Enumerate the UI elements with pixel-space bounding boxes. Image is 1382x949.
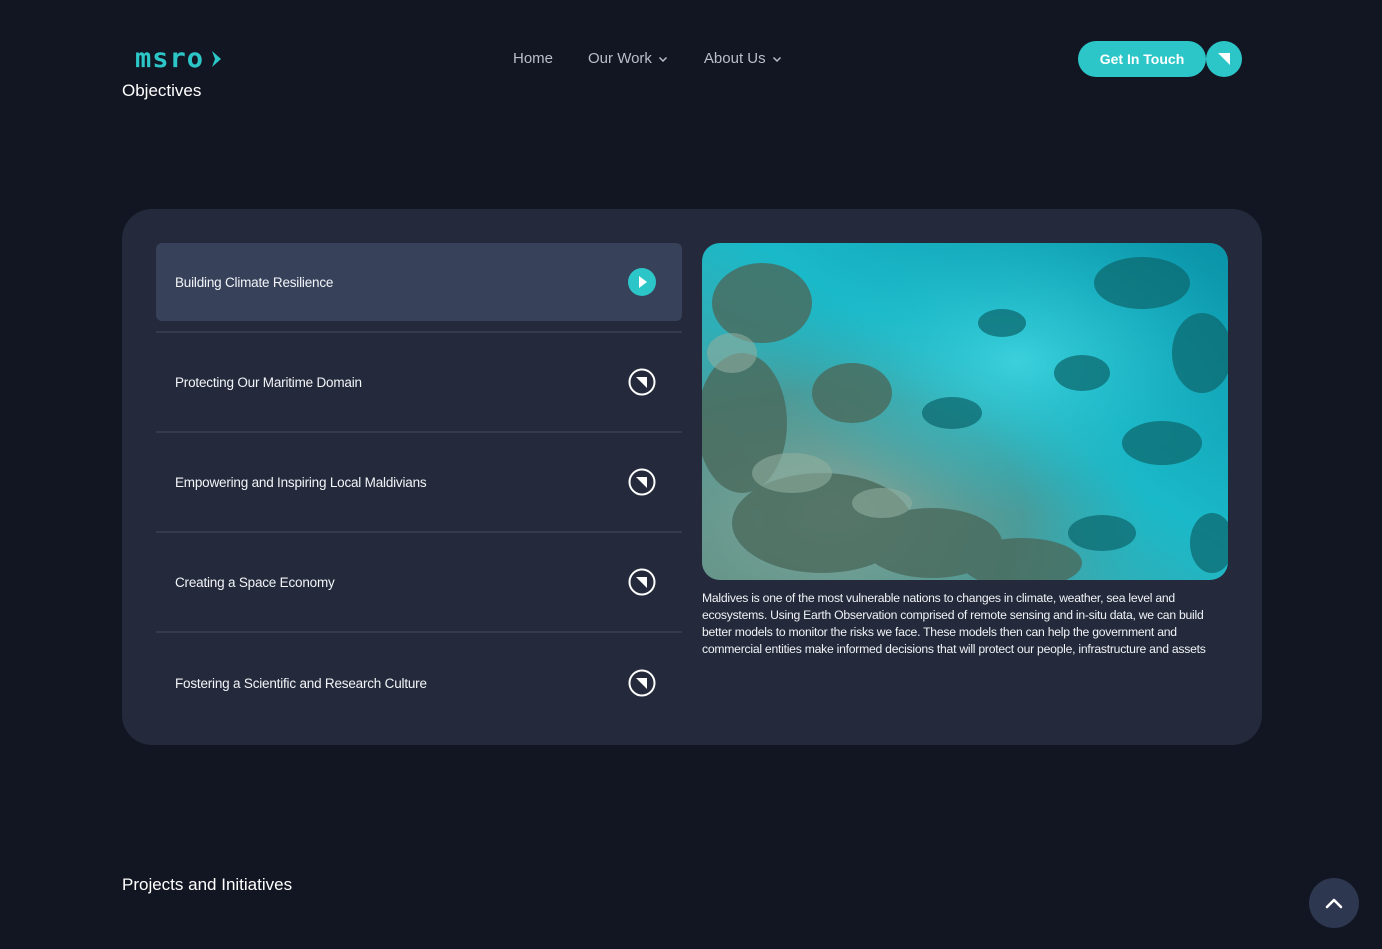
objective-description: Maldives is one of the most vulnerable n… [702,591,1206,656]
arrow-down-right-circle-icon [628,468,656,496]
objective-label: Empowering and Inspiring Local Maldivian… [175,474,427,490]
arrow-down-right-circle-icon [628,568,656,596]
objective-label: Building Climate Resilience [175,274,334,290]
nav-our-work[interactable]: Our Work [588,48,668,70]
objective-item-space-economy[interactable]: Creating a Space Economy [156,533,682,633]
objectives-card: Building Climate Resilience Protecting O… [122,209,1262,745]
play-icon [628,268,656,296]
get-in-touch-arrow-button[interactable] [1206,41,1242,77]
objective-item-maritime-domain[interactable]: Protecting Our Maritime Domain [156,333,682,433]
nav-about-us-label: About Us [703,50,766,67]
scroll-to-top-button[interactable] [1309,878,1359,928]
nav-home-label: Home [513,50,554,67]
arrow-down-right-icon [1218,53,1230,65]
projects-title: Projects and Initiatives [122,875,293,894]
logo-text: msro [135,43,205,74]
main-nav: Home Our Work About Us [513,48,782,70]
aerial-reef-image [702,243,1228,580]
nav-home[interactable]: Home [513,48,553,70]
nav-our-work-label: Our Work [588,50,652,67]
objective-item-local-maldivians[interactable]: Empowering and Inspiring Local Maldivian… [156,433,682,533]
objective-label: Protecting Our Maritime Domain [175,374,362,390]
arrow-down-right-circle-icon [628,368,656,396]
page: msro Home Our Work About Us Get In Touch [0,0,1382,949]
nav-about-us[interactable]: About Us [704,48,782,70]
get-in-touch-group: Get In Touch [1078,41,1242,77]
objective-label: Creating a Space Economy [175,574,335,590]
chevron-up-icon [1325,898,1343,909]
logo[interactable]: msro [135,44,235,74]
logo-arrow-icon [212,51,222,67]
objective-item-research-culture[interactable]: Fostering a Scientific and Research Cult… [156,633,682,733]
objective-label: Fostering a Scientific and Research Cult… [175,675,427,691]
objective-item-climate-resilience[interactable]: Building Climate Resilience [156,243,682,333]
objectives-list: Building Climate Resilience Protecting O… [156,243,682,733]
chevron-down-icon [658,56,667,63]
get-in-touch-button[interactable]: Get In Touch [1078,41,1206,77]
objectives-title: Objectives [122,81,202,100]
arrow-down-right-circle-icon [628,669,656,697]
chevron-down-icon [772,56,781,63]
